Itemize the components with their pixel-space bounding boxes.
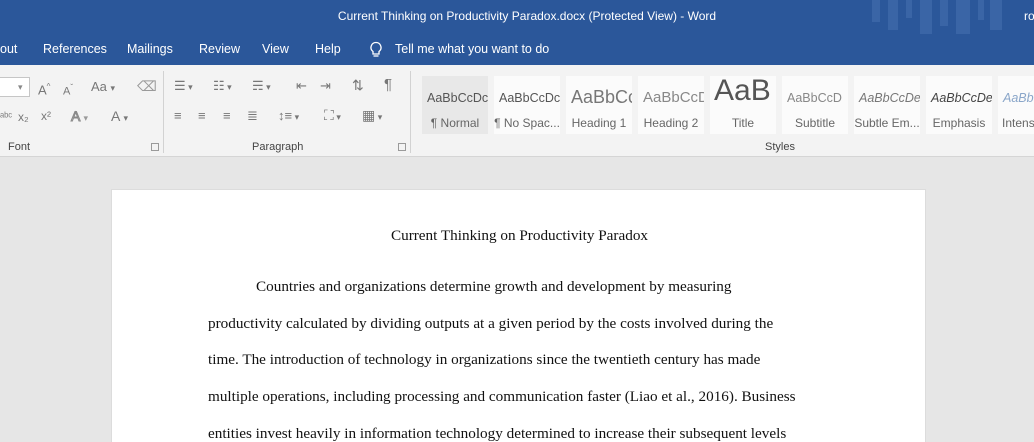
change-case-button[interactable]: Aa ▾ [91, 80, 115, 95]
style-heading-1[interactable]: AaBbCc Heading 1 [566, 76, 632, 134]
style-no-spacing[interactable]: AaBbCcDc ¶ No Spac... [494, 76, 560, 134]
tab-view[interactable]: View [262, 42, 289, 56]
group-divider [163, 71, 164, 153]
style-preview: AaBbCcDc [427, 91, 488, 105]
style-name: ¶ Normal [430, 116, 480, 130]
superscript-icon[interactable]: x² [41, 109, 51, 123]
line-spacing-icon[interactable]: ↕≡ ▾ [278, 109, 299, 124]
show-formatting-marks-icon[interactable]: ¶ [384, 77, 392, 92]
lightbulb-icon [370, 41, 382, 57]
ribbon: ▾ A^ Aˇ Aa ▾ ⌫ ᵃᵇᶜ x₂ x² A ▾ A ▾ Font ☰ … [0, 65, 1034, 157]
style-subtitle[interactable]: AaBbCcD Subtitle [782, 76, 848, 134]
grow-font-icon: A [38, 82, 47, 98]
document-page[interactable]: Current Thinking on Productivity Paradox… [111, 189, 926, 442]
paragraph-group-label: Paragraph [252, 141, 304, 153]
decrease-indent-icon[interactable]: ⇤ [296, 79, 307, 93]
style-subtle-emphasis[interactable]: AaBbCcDe Subtle Em... [854, 76, 920, 134]
style-preview: AaBbCcDe [859, 91, 920, 105]
font-size-combo[interactable]: ▾ [0, 77, 30, 97]
text-effects-button[interactable]: A ▾ [71, 109, 88, 125]
borders-icon[interactable]: ▦ ▾ [362, 108, 382, 124]
style-name: Intens [1002, 116, 1034, 130]
font-group-label: Font [8, 141, 31, 153]
style-name: Subtle Em... [854, 116, 920, 130]
document-line: Countries and organizations determine gr… [256, 278, 732, 295]
group-divider [410, 71, 411, 153]
style-name: Emphasis [932, 116, 986, 130]
tab-help[interactable]: Help [315, 42, 341, 56]
style-preview: AaBbCc [571, 87, 632, 107]
tab-mailings[interactable]: Mailings [127, 42, 173, 56]
tab-references[interactable]: References [43, 42, 107, 56]
style-name: Title [731, 116, 755, 130]
style-name: ¶ No Spac... [494, 116, 560, 130]
clear-formatting-icon[interactable]: ⌫ [137, 79, 157, 93]
style-preview: AaBbCcDe [931, 91, 992, 105]
subscript-icon[interactable]: x₂ [18, 110, 29, 124]
style-heading-2[interactable]: AaBbCcD Heading 2 [638, 76, 704, 134]
font-dialog-launcher-icon[interactable] [151, 143, 159, 151]
styles-gallery: AaBbCcDc ¶ Normal AaBbCcDc ¶ No Spac... … [420, 73, 1034, 135]
style-name: Heading 2 [643, 116, 699, 130]
justify-icon[interactable]: ≣ [247, 109, 258, 123]
style-preview: AaBbCcDc [499, 91, 560, 105]
document-line: productivity calculated by dividing outp… [208, 315, 774, 332]
increase-indent-icon[interactable]: ⇥ [320, 79, 331, 93]
style-name: Heading 1 [571, 116, 627, 130]
account-name[interactable]: ro [1024, 9, 1034, 23]
style-preview: AaBbCcD [643, 89, 704, 106]
style-preview: AaBbCcD [787, 91, 842, 105]
tell-me-label: Tell me what you want to do [395, 42, 550, 56]
align-right-icon[interactable]: ≡ [223, 109, 231, 123]
document-line: time. The introduction of technology in … [208, 351, 761, 368]
document-line: entities invest heavily in information t… [208, 425, 787, 442]
ribbon-tabs: out References Mailings Review View Help… [0, 34, 1034, 65]
styles-group-label: Styles [765, 141, 795, 153]
shading-icon[interactable]: ⛶ ▾ [324, 108, 341, 124]
align-center-icon[interactable]: ≡ [198, 109, 206, 123]
change-case-icon: Aa [91, 79, 107, 94]
tab-review[interactable]: Review [199, 42, 240, 56]
style-preview: AaBbCcDe [1003, 91, 1034, 105]
paragraph-dialog-launcher-icon[interactable] [398, 143, 406, 151]
window-title: Current Thinking on Productivity Paradox… [337, 9, 717, 23]
style-preview: AaB [714, 76, 771, 107]
font-color-button[interactable]: A ▾ [111, 109, 128, 125]
style-name: Subtitle [794, 116, 836, 130]
style-emphasis[interactable]: AaBbCcDe Emphasis [926, 76, 992, 134]
text-effects-icon: A [71, 108, 81, 124]
strikethrough-icon[interactable]: ᵃᵇᶜ [0, 110, 12, 124]
chevron-down-icon: ▾ [18, 82, 23, 92]
numbering-icon[interactable]: ☷ ▾ [213, 79, 232, 94]
style-title[interactable]: AaB Title [710, 76, 776, 134]
document-line: multiple operations, including processin… [208, 388, 796, 405]
grow-font-button[interactable]: A^ [38, 80, 50, 97]
bullets-icon[interactable]: ☰ ▾ [174, 79, 193, 94]
align-left-icon[interactable]: ≡ [174, 109, 182, 123]
document-title: Current Thinking on Productivity Paradox [390, 227, 649, 244]
style-intense-emphasis[interactable]: AaBbCcDe Intens [998, 76, 1034, 134]
style-normal[interactable]: AaBbCcDc ¶ Normal [422, 76, 488, 134]
multilevel-list-icon[interactable]: ☴ ▾ [252, 79, 271, 94]
shrink-font-button[interactable]: Aˇ [63, 81, 73, 99]
title-bar: Current Thinking on Productivity Paradox… [0, 0, 1034, 34]
sort-icon[interactable]: ⇅ [352, 78, 364, 92]
tab-layout[interactable]: out [0, 42, 17, 56]
font-color-icon: A [111, 108, 120, 124]
